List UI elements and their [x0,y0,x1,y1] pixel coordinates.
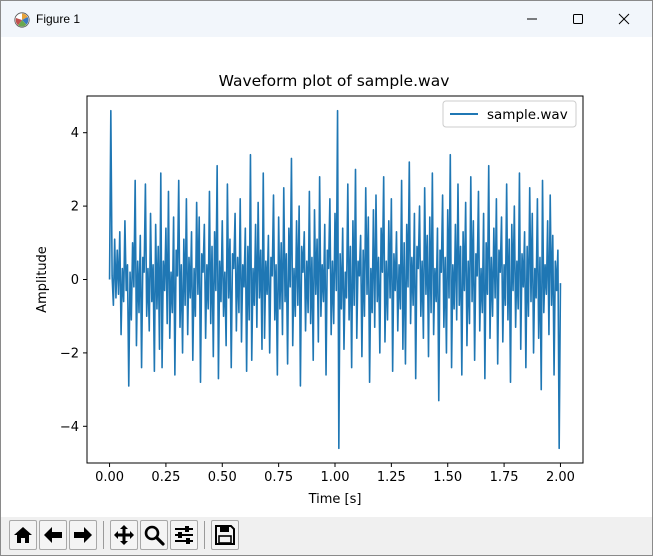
sliders-icon [175,526,193,544]
close-icon [618,13,630,25]
minimize-icon [527,18,537,20]
navigation-toolbar [1,517,652,555]
floppy-disk-icon [215,525,235,545]
pan-button[interactable] [110,520,138,550]
y-axis-label: Amplitude [35,246,50,313]
save-button[interactable] [211,520,239,550]
waveform-chart: Waveform plot of sample.wav 0.00 0.25 0.50… [35,72,584,507]
maximize-icon [573,14,583,24]
plot-series [108,109,562,450]
x-tick-label: 0.00 [95,470,124,485]
y-tick-label: 2 [71,200,79,215]
toolbar-separator [103,521,104,549]
back-button[interactable] [39,520,67,550]
configure-subplots-button[interactable] [170,520,198,550]
legend-label-sample-wav: sample.wav [487,107,568,123]
zoom-button[interactable] [140,520,168,550]
minimize-button[interactable] [509,1,555,37]
matplotlib-app-icon [14,12,30,28]
x-tick-label: 0.25 [151,470,180,485]
x-tick-label: 1.50 [433,470,462,485]
arrow-left-icon [44,527,62,543]
maximize-button[interactable] [555,1,601,37]
chart-title: Waveform plot of sample.wav [219,72,450,90]
y-tick-label: −4 [60,420,79,435]
magnifier-icon [144,525,165,546]
x-axis-label: Time [s] [308,492,362,507]
x-tick-label: 1.25 [377,470,406,485]
window-title: Figure 1 [36,12,81,26]
x-tick-label: 2.00 [546,470,575,485]
x-tick-label: 1.00 [321,470,350,485]
figure-canvas[interactable]: Waveform plot of sample.wav 0.00 0.25 0.50… [1,37,652,517]
y-tick-label: 4 [71,126,79,141]
home-button[interactable] [9,520,37,550]
legend: sample.wav [442,100,577,128]
forward-button[interactable] [69,520,97,550]
home-icon [14,527,32,543]
x-tick-label: 0.75 [264,470,293,485]
series-line-sample-wav [108,109,562,450]
x-tick-label: 0.50 [208,470,237,485]
arrow-right-icon [74,527,92,543]
y-tick-label: 0 [71,273,79,288]
y-tick-label: −2 [60,346,79,361]
x-tick-label: 1.75 [490,470,519,485]
move-icon [114,525,134,545]
figure-window: Figure 1 Waveform plot of sample.wav 0.0… [0,0,653,556]
close-button[interactable] [601,1,647,37]
title-bar[interactable]: Figure 1 [1,1,652,37]
toolbar-separator [204,521,205,549]
